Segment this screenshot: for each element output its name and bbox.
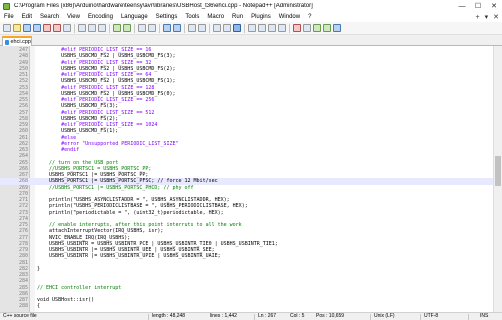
playback-macro-icon[interactable] <box>313 24 321 32</box>
code-line[interactable]: 288 { <box>0 303 502 309</box>
status-divider <box>420 314 421 320</box>
paste-icon[interactable] <box>98 24 106 32</box>
stop-recording-icon[interactable] <box>303 24 311 32</box>
save-macro-icon[interactable] <box>333 24 341 32</box>
minimize-button[interactable]: — <box>454 0 470 12</box>
replace-icon[interactable] <box>148 24 156 32</box>
toolbar-separator <box>209 23 210 33</box>
cut-icon[interactable] <box>78 24 86 32</box>
status-filetype: C++ source file <box>3 313 37 319</box>
print-icon[interactable] <box>63 24 71 32</box>
word-wrap-icon[interactable] <box>213 24 221 32</box>
indent-guide-icon[interactable] <box>233 24 241 32</box>
maximize-button[interactable]: ☐ <box>470 0 486 12</box>
code-lines: 247 #elif PERIODIC_LIST_SIZE == 16 248 US… <box>0 47 502 310</box>
menu-language[interactable]: Language <box>117 12 152 22</box>
menu-macro[interactable]: Macro <box>203 12 228 22</box>
menu-plugins[interactable]: Plugins <box>247 12 275 22</box>
tab-list-dropdown-icon[interactable]: ▾ <box>485 13 489 21</box>
status-column: Col : 5 <box>290 313 305 319</box>
code-editor[interactable]: 247 #elif PERIODIC_LIST_SIZE == 16 248 US… <box>0 46 502 312</box>
menu-tools[interactable]: Tools <box>181 12 203 22</box>
redo-icon[interactable] <box>123 24 131 32</box>
status-divider <box>370 314 371 320</box>
status-lines: lines : 1,442 <box>210 313 237 319</box>
status-bar: C++ source file length : 48,248 lines : … <box>0 312 502 320</box>
tab-bar: ehci.cpp <box>0 35 502 46</box>
toolbar-separator <box>74 23 75 33</box>
close-all-icon[interactable] <box>53 24 61 32</box>
toolbar-separator <box>184 23 185 33</box>
show-all-characters-icon[interactable] <box>223 24 231 32</box>
zoom-in-icon[interactable] <box>163 24 171 32</box>
toolbar <box>0 22 502 35</box>
toolbar-separator <box>244 23 245 33</box>
sync-vertical-icon[interactable] <box>188 24 196 32</box>
menu-settings[interactable]: Settings <box>152 12 182 22</box>
status-divider <box>468 314 469 320</box>
menu-encoding[interactable]: Encoding <box>84 12 117 22</box>
menu-run[interactable]: Run <box>228 12 247 22</box>
close-button[interactable]: ✕ <box>486 0 502 12</box>
copy-icon[interactable] <box>88 24 96 32</box>
menu-window[interactable]: Window <box>275 12 304 22</box>
find-icon[interactable] <box>138 24 146 32</box>
menu-file[interactable]: File <box>0 12 18 22</box>
menu-right-controls: + ▾ ✕ <box>476 12 499 22</box>
open-file-icon[interactable] <box>13 24 21 32</box>
status-encoding[interactable]: UTF-8 <box>424 313 438 320</box>
close-document-icon[interactable]: ✕ <box>493 13 499 21</box>
save-all-icon[interactable] <box>33 24 41 32</box>
window-controls: — ☐ ✕ <box>454 0 502 12</box>
record-macro-icon[interactable] <box>293 24 301 32</box>
define-language-icon[interactable] <box>248 24 256 32</box>
status-divider <box>254 314 255 320</box>
toolbar-separator <box>289 23 290 33</box>
document-map-icon[interactable] <box>258 24 266 32</box>
status-eol[interactable]: Unix (LF) <box>374 313 395 320</box>
sync-horizontal-icon[interactable] <box>198 24 206 32</box>
toolbar-separator <box>159 23 160 33</box>
tab-label: ehci.cpp <box>10 39 32 45</box>
menu-bar: File Edit Search View Encoding Language … <box>0 12 502 22</box>
undo-icon[interactable] <box>113 24 121 32</box>
notepad-plus-plus-icon <box>3 2 10 10</box>
status-length: length : 48,248 <box>152 313 186 319</box>
vertical-scrollbar[interactable] <box>493 46 502 312</box>
code-text: { <box>37 303 41 310</box>
menu-edit[interactable]: Edit <box>18 12 36 22</box>
toolbar-separator <box>134 23 135 33</box>
menu-help[interactable]: ? <box>304 12 315 22</box>
menu-view[interactable]: View <box>63 12 84 22</box>
save-icon[interactable] <box>23 24 31 32</box>
zoom-out-icon[interactable] <box>173 24 181 32</box>
menu-search[interactable]: Search <box>36 12 63 22</box>
saved-file-icon <box>5 39 9 45</box>
status-mode[interactable]: INS <box>480 313 488 320</box>
function-list-icon[interactable] <box>268 24 276 32</box>
toolbar-separator <box>109 23 110 33</box>
status-position: Pos : 10,659 <box>316 313 345 319</box>
add-tab-icon[interactable]: + <box>476 14 480 21</box>
new-file-icon[interactable] <box>3 24 11 32</box>
run-macro-multiple-icon[interactable] <box>323 24 331 32</box>
status-divider <box>148 314 149 320</box>
title-bar: C:\Program Files (x86)\Arduino\hardware\… <box>0 0 502 12</box>
tab-ehci-cpp[interactable]: ehci.cpp <box>2 36 32 46</box>
status-line: Ln : 267 <box>258 313 277 319</box>
line-number: 288 <box>18 303 28 310</box>
folder-as-workspace-icon[interactable] <box>278 24 286 32</box>
window-title: C:\Program Files (x86)\Arduino\hardware\… <box>14 3 313 9</box>
close-icon[interactable] <box>43 24 51 32</box>
scrollbar-thumb[interactable] <box>495 156 501 186</box>
